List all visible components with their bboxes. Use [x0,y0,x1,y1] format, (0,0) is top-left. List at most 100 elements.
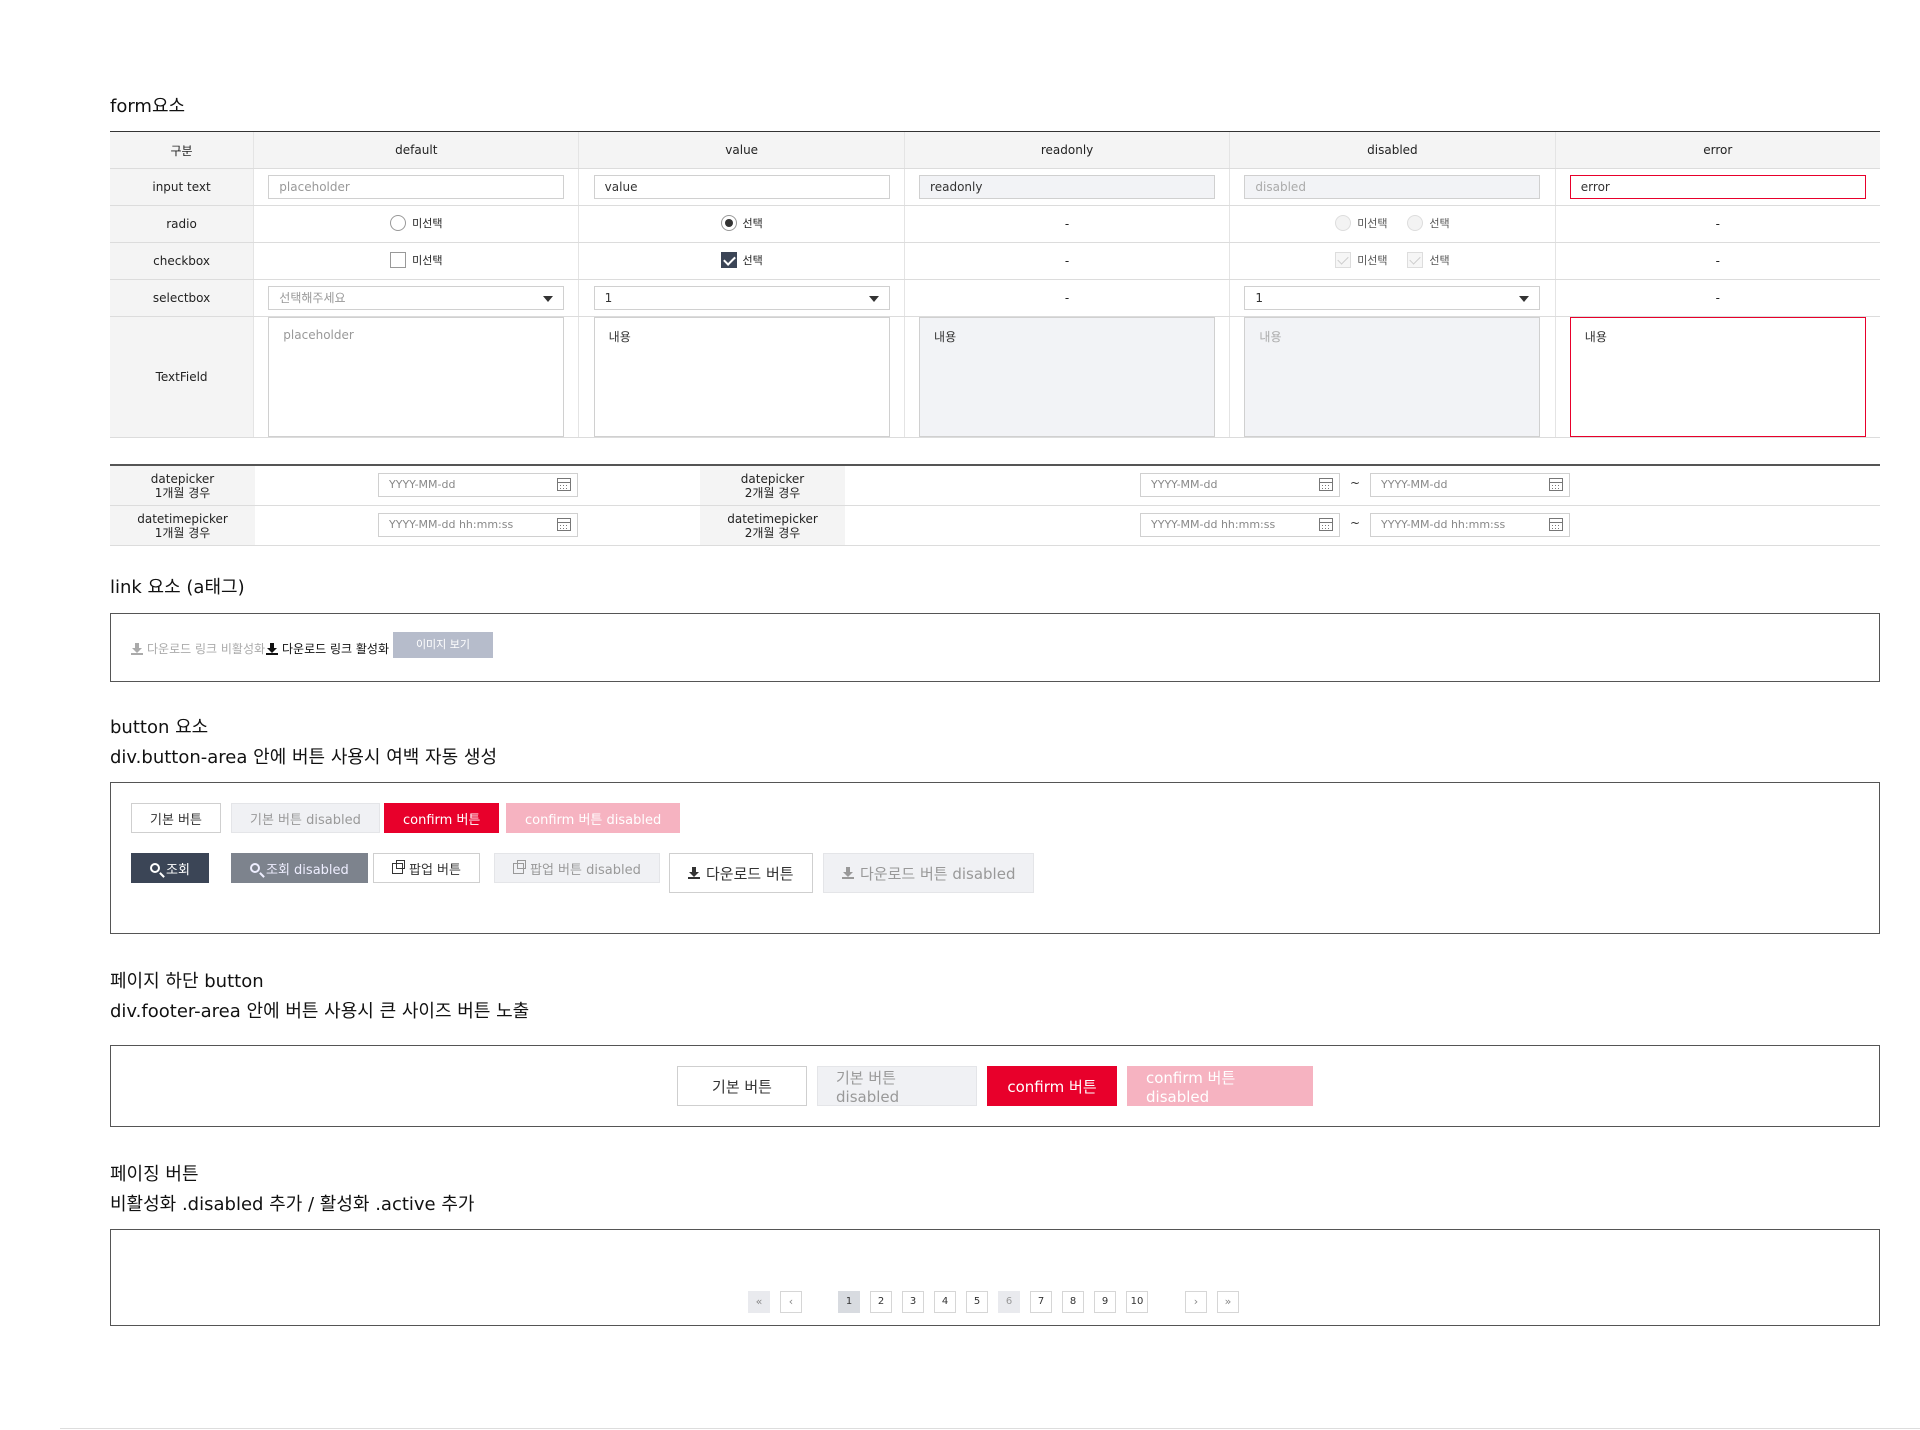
input-default[interactable]: placeholder [268,175,565,199]
datepicker-2month-start[interactable]: YYYY-MM-dd [1140,473,1340,497]
date-placeholder: YYYY-MM-dd [389,478,456,491]
first-page-button: « [748,1291,770,1313]
page-8[interactable]: 8 [1062,1291,1084,1313]
checkbox-disabled-label-2: 선택 [1429,253,1450,267]
radio-icon[interactable] [390,214,407,231]
select-default[interactable]: 선택해주세요 [268,286,565,310]
calendar-icon[interactable] [557,518,571,531]
radio-selected[interactable]: 선택 [720,214,763,231]
page-10[interactable]: 10 [1126,1291,1148,1313]
page-5[interactable]: 5 [966,1291,988,1313]
radio-disabled-icon [1407,214,1424,231]
range-tilde: ~ [1350,476,1361,490]
radio-disabled-icon [1335,214,1352,231]
search-button[interactable]: 조회 [131,853,209,883]
radio-selected-icon[interactable] [720,214,737,231]
basic-button[interactable]: 기본 버튼 [131,803,221,833]
select-disabled-text: 1 [1255,291,1264,305]
calendar-icon[interactable] [1549,478,1563,491]
checkbox-disabled-unselected: 미선택 [1335,251,1388,268]
checkbox-icon[interactable] [390,251,407,268]
radio-disabled-label-1: 미선택 [1357,216,1388,230]
radio-disabled-selected: 선택 [1407,214,1450,231]
select-disabled: 1 [1244,286,1541,310]
radio-default[interactable]: 미선택 [390,214,442,231]
datepicker-1month-label-line2: 1개월 경우 [154,485,211,500]
page-2[interactable]: 2 [870,1291,892,1313]
textfield-error[interactable]: 내용 [1569,317,1866,437]
datetime-placeholder: YYYY-MM-dd hh:mm:ss [1151,518,1276,531]
search-icon [250,863,260,873]
popup-icon [513,859,526,874]
select-default-text: 선택해주세요 [279,291,346,305]
download-icon [131,642,143,655]
next-page-button[interactable]: › [1185,1291,1207,1313]
input-value[interactable]: value [593,175,890,199]
confirm-button-disabled: confirm 버튼 disabled [506,803,681,833]
datepicker-1month-label-line1: datepicker [150,471,215,486]
checkbox-checked[interactable]: 선택 [720,251,763,268]
textfield-disabled: 내용 [1244,317,1541,437]
page-3[interactable]: 3 [902,1291,924,1313]
input-disabled: disabled [1244,175,1541,199]
download-button-label: 다운로드 버튼 [706,864,794,883]
caret-down-icon [543,296,554,302]
datepicker-2month-end[interactable]: YYYY-MM-dd [1370,473,1570,497]
datetimepicker-2month-start[interactable]: YYYY-MM-dd hh:mm:ss [1140,513,1340,537]
datetimepicker-2month-end[interactable]: YYYY-MM-dd hh:mm:ss [1370,513,1570,537]
form-header-row: 구분 default value readonly disabled error [110,132,1880,169]
input-error[interactable]: error [1569,175,1866,199]
checkbox-checked-icon[interactable] [720,251,737,268]
textfield-default[interactable]: placeholder [268,317,565,437]
textfield-value[interactable]: 내용 [593,317,890,437]
datepicker-1month-input[interactable]: YYYY-MM-dd [378,473,578,497]
download-button[interactable]: 다운로드 버튼 [669,853,813,893]
search-icon [150,863,160,873]
radio-readonly-dash: - [904,205,1231,243]
footer-confirm-button[interactable]: confirm 버튼 [987,1066,1117,1106]
download-link-active-label: 다운로드 링크 활성화 [282,642,389,656]
datetimepicker-1month-input[interactable]: YYYY-MM-dd hh:mm:ss [378,513,578,537]
popup-button-label: 팝업 버튼 [409,862,461,878]
page-1[interactable]: 1 [838,1291,860,1313]
datetimepicker-1month-label-line1: datetimepicker [137,511,228,526]
page-4[interactable]: 4 [934,1291,956,1313]
radio-error-dash: - [1555,205,1880,243]
checkbox-disabled-icon [1407,251,1424,268]
datetimepicker-1month-label: datetimepicker 1개월 경우 [110,506,255,545]
header-disabled: disabled [1229,132,1556,169]
button-section-subtitle: div.button-area 안에 버튼 사용시 여백 자동 생성 [110,747,498,768]
search-button-disabled-label: 조회 disabled [266,862,349,878]
datetime-placeholder: YYYY-MM-dd hh:mm:ss [1381,518,1506,531]
header-readonly: readonly [904,132,1231,169]
last-page-button[interactable]: » [1217,1291,1239,1313]
download-link-active[interactable]: 다운로드 링크 활성화 [266,640,389,657]
download-icon [842,867,854,879]
footer-basic-button[interactable]: 기본 버튼 [677,1066,807,1106]
confirm-button[interactable]: confirm 버튼 [384,803,500,833]
radio-row: radio 미선택 선택 - 미선택 선택 - [110,205,1880,243]
radio-disabled-unselected: 미선택 [1335,214,1388,231]
page-7[interactable]: 7 [1030,1291,1052,1313]
calendar-icon[interactable] [1319,478,1333,491]
date-placeholder: YYYY-MM-dd [1381,478,1448,491]
download-link-disabled: 다운로드 링크 비활성화 [131,640,265,657]
image-view-button[interactable]: 이미지 보기 [393,632,493,658]
footer-basic-button-disabled: 기본 버튼 disabled [817,1066,977,1106]
checkbox-row: checkbox 미선택 선택 - 미선택 선택 - [110,242,1880,280]
datepicker-row: datepicker 1개월 경우 YYYY-MM-dd datepicker … [110,466,1880,506]
calendar-icon[interactable] [1319,518,1333,531]
calendar-icon[interactable] [1549,518,1563,531]
download-link-disabled-label: 다운로드 링크 비활성화 [147,642,266,656]
bottom-divider [60,1428,1920,1429]
popup-button[interactable]: 팝업 버튼 [373,853,480,883]
datetimepicker-1month-label-line2: 1개월 경우 [154,525,211,540]
checkbox-default[interactable]: 미선택 [390,251,442,268]
textfield-readonly[interactable]: 내용 [919,317,1216,437]
page-9[interactable]: 9 [1094,1291,1116,1313]
calendar-icon[interactable] [557,478,571,491]
datepicker-1month-label: datepicker 1개월 경우 [110,466,255,505]
select-value[interactable]: 1 [593,286,890,310]
input-readonly[interactable]: readonly [919,175,1216,199]
checkbox-error-dash: - [1555,242,1880,280]
